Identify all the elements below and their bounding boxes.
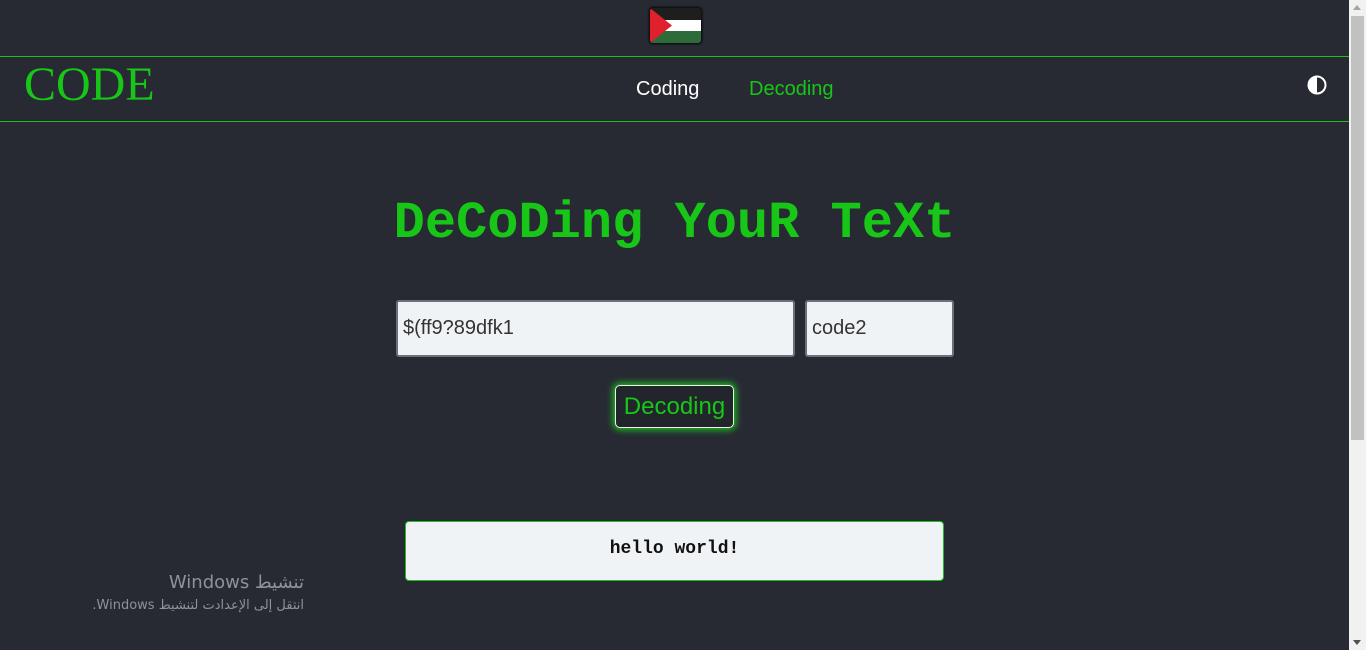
encoded-text-input[interactable] <box>396 300 795 357</box>
decode-button[interactable]: Decoding <box>615 385 734 428</box>
result-output: hello world! <box>405 521 944 581</box>
navbar: CODE Coding Decoding <box>0 56 1349 122</box>
scroll-up-arrow-icon[interactable] <box>1353 5 1361 10</box>
key-input[interactable] <box>805 300 954 357</box>
vertical-scrollbar[interactable] <box>1349 0 1366 650</box>
flag-bar <box>0 0 1349 56</box>
watermark-subtitle: انتقل إلى الإعدادت لتنشيط Windows. <box>92 598 304 613</box>
contrast-icon[interactable] <box>1307 75 1327 95</box>
nav-link-coding[interactable]: Coding <box>636 77 699 101</box>
page-title: DeCoDing YouR TeXt <box>393 194 956 253</box>
page: CODE Coding Decoding DeCoDing YouR TeXt … <box>0 0 1349 650</box>
scrollbar-thumb[interactable] <box>1351 16 1364 440</box>
palestine-flag-icon <box>649 7 702 44</box>
scroll-down-arrow-icon[interactable] <box>1353 640 1361 645</box>
nav-link-decoding[interactable]: Decoding <box>749 77 834 101</box>
watermark-title: تنشيط Windows <box>168 572 304 593</box>
logo[interactable]: CODE <box>24 59 155 111</box>
os-activation-watermark: تنشيط Windows انتقل إلى الإعدادت لتنشيط … <box>40 570 304 616</box>
